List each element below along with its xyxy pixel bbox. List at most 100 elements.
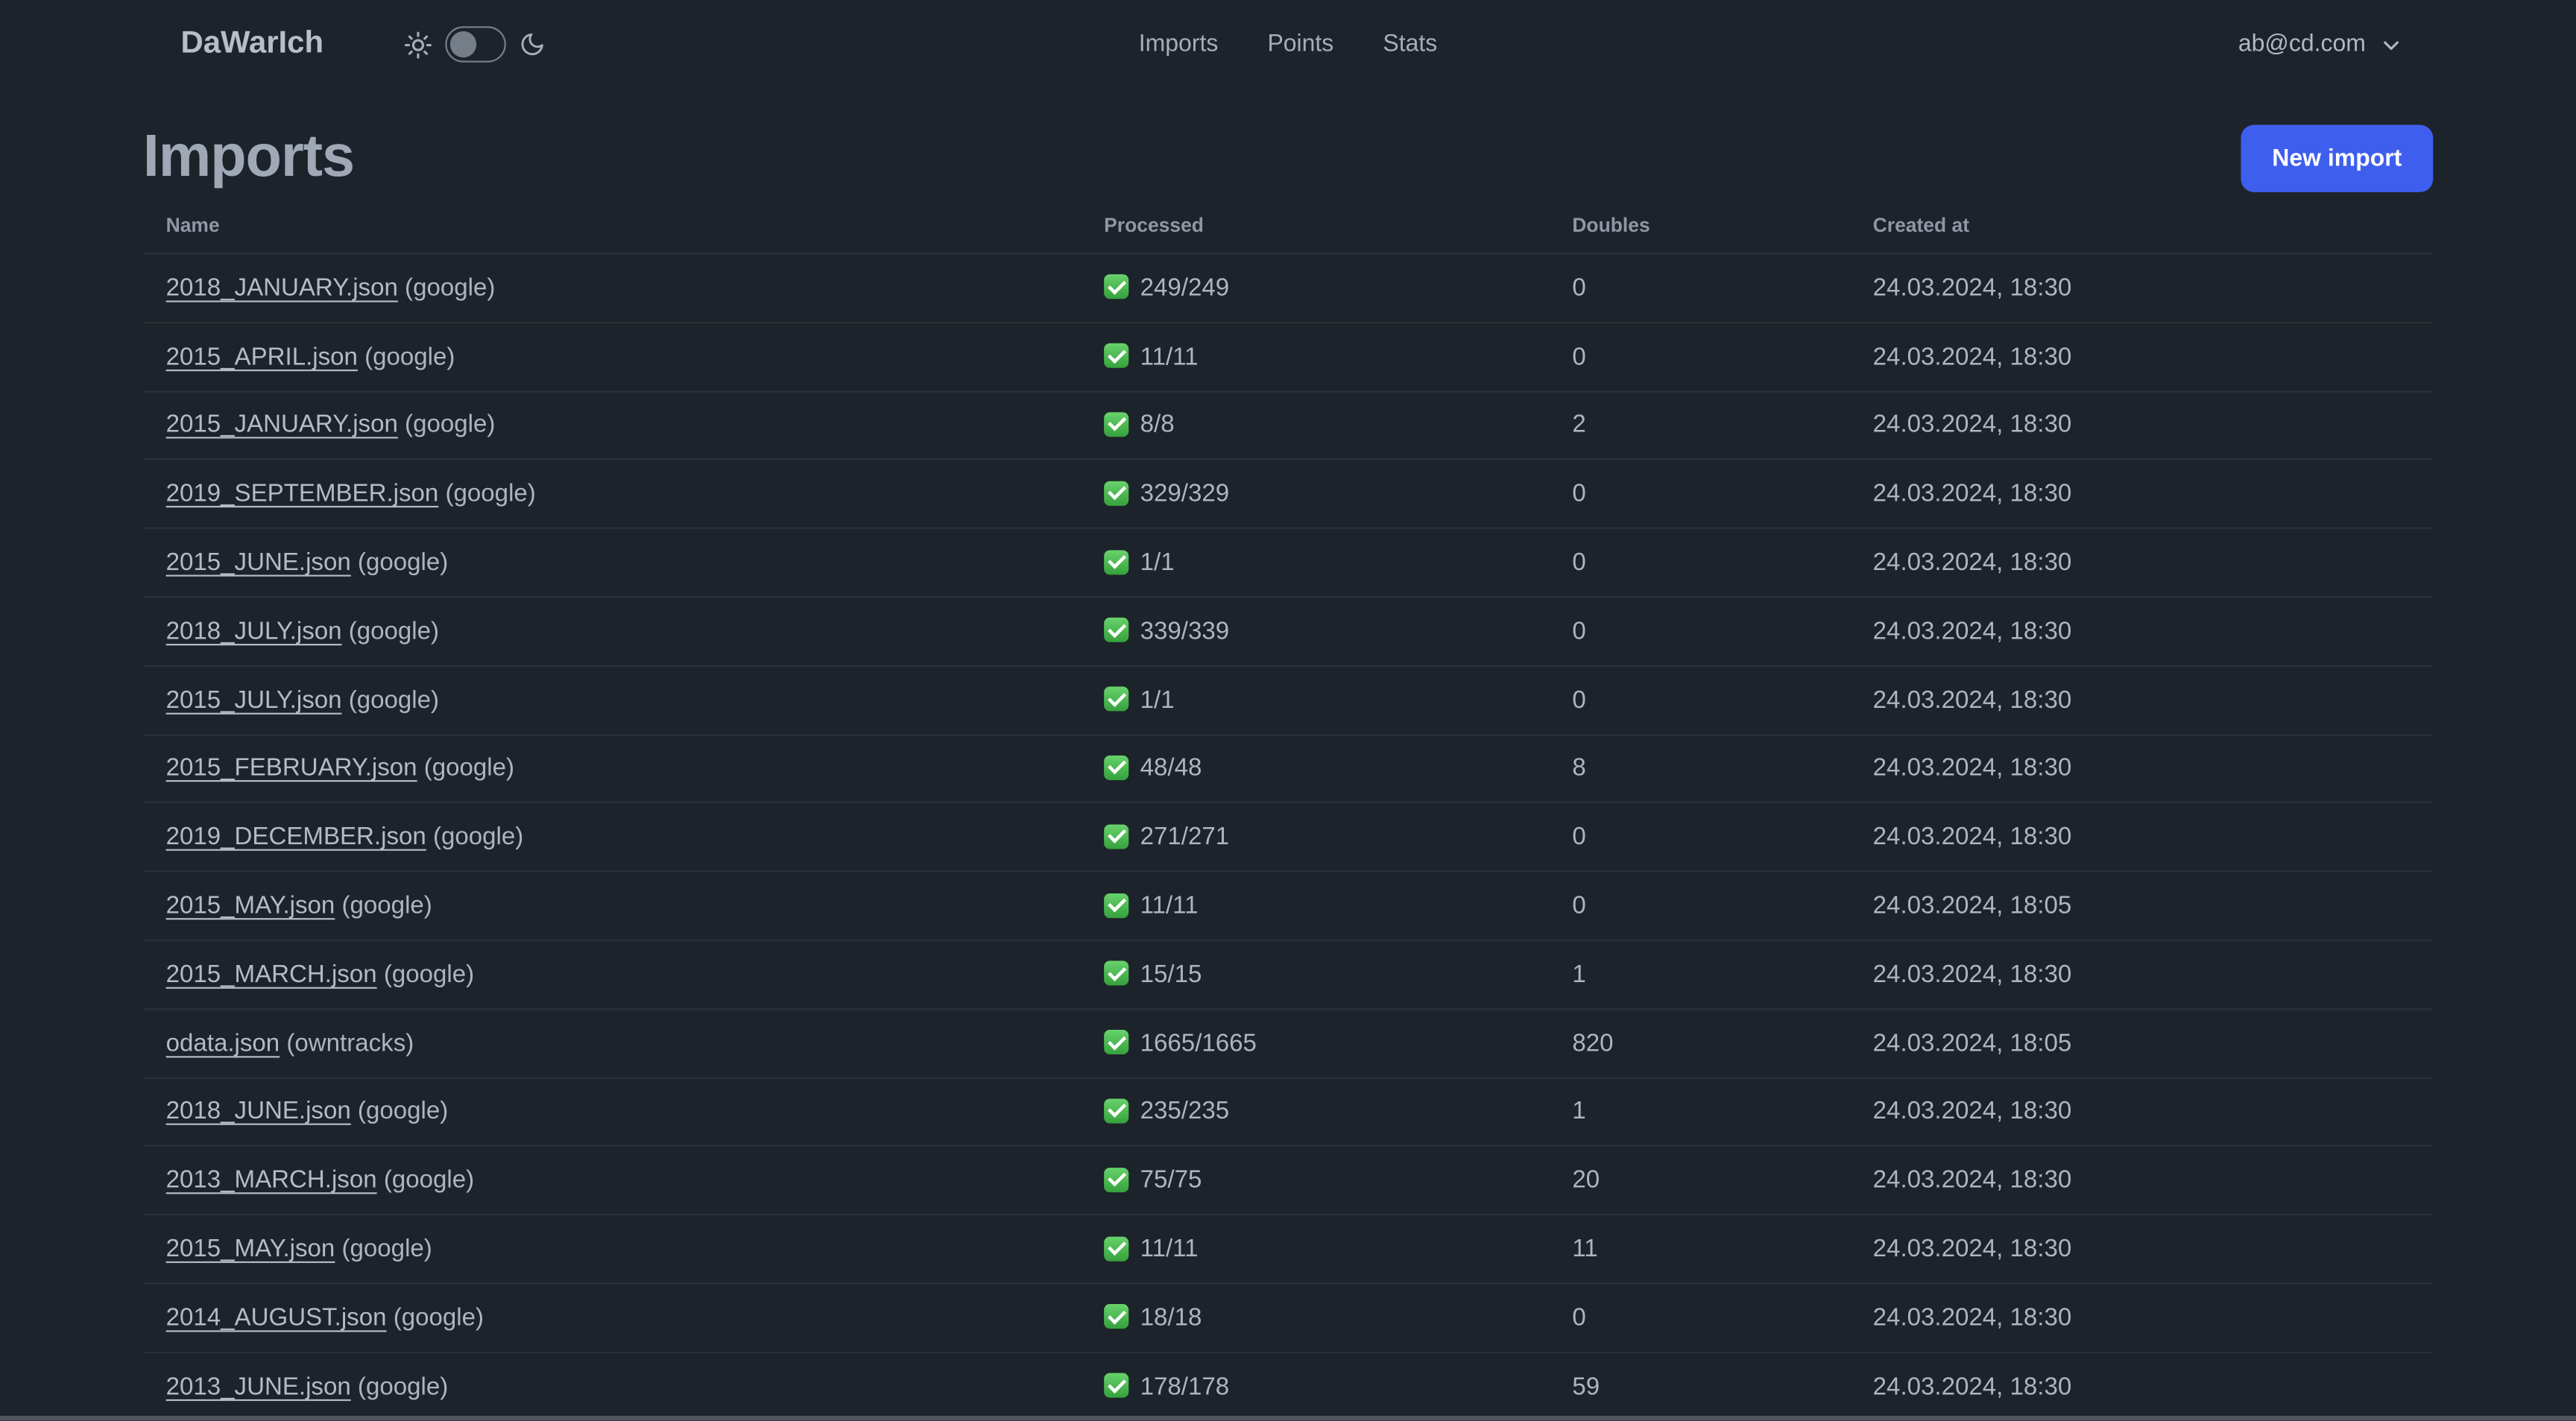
import-source: (google)	[335, 891, 432, 920]
import-file-link[interactable]: 2015_JUNE.json	[166, 548, 351, 576]
check-icon	[1104, 823, 1129, 849]
processed-cell: 15/15	[1104, 960, 1572, 989]
nav-imports[interactable]: Imports	[1139, 31, 1219, 57]
check-icon	[1104, 1167, 1129, 1192]
doubles-count: 0	[1572, 891, 1586, 920]
check-icon	[1104, 686, 1129, 712]
doubles-count: 1	[1572, 960, 1586, 989]
table-row: 2015_MARCH.json (google) 15/15 1 24.03.2…	[142, 941, 2434, 1010]
processed-count: 339/339	[1140, 617, 1230, 645]
check-icon	[1104, 1030, 1129, 1055]
app-logo[interactable]: DaWarIch	[180, 0, 323, 89]
name-cell: 2018_JANUARY.json (google)	[143, 274, 1104, 302]
sun-icon	[404, 31, 432, 58]
import-source: (google)	[350, 548, 449, 577]
processed-cell: 271/271	[1104, 823, 1572, 851]
created-at: 24.03.2024, 18:30	[1872, 411, 2072, 440]
import-file-link[interactable]: 2019_DECEMBER.json	[166, 823, 426, 851]
table-row: 2015_FEBRUARY.json (google) 48/48 8 24.0…	[142, 735, 2434, 804]
table-row: 2013_MARCH.json (google) 75/75 20 24.03.…	[142, 1147, 2434, 1216]
processed-cell: 75/75	[1104, 1166, 1572, 1194]
created-at: 24.03.2024, 18:30	[1872, 823, 2072, 852]
nav-stats[interactable]: Stats	[1383, 31, 1437, 57]
doubles-count: 0	[1572, 548, 1586, 577]
import-source: (owntracks)	[280, 1029, 414, 1057]
import-source: (google)	[386, 1303, 484, 1332]
doubles-count: 0	[1572, 480, 1586, 508]
name-cell: odata.json (owntracks)	[143, 1029, 1104, 1057]
theme-toggle-group	[404, 0, 546, 89]
chevron-down-icon	[2384, 40, 2399, 49]
import-file-link[interactable]: 2019_SEPTEMBER.json	[166, 480, 439, 507]
import-file-link[interactable]: 2018_JUNE.json	[166, 1098, 351, 1125]
created-at: 24.03.2024, 18:30	[1872, 273, 2072, 303]
import-file-link[interactable]: 2015_FEBRUARY.json	[166, 755, 417, 782]
processed-count: 11/11	[1140, 1235, 1199, 1264]
name-cell: 2015_FEBRUARY.json (google)	[143, 755, 1104, 782]
import-source: (google)	[335, 1235, 432, 1264]
processed-cell: 1/1	[1104, 686, 1572, 714]
processed-count: 11/11	[1140, 342, 1199, 371]
name-cell: 2014_AUGUST.json (google)	[143, 1304, 1104, 1332]
table-row: 2015_MAY.json (google) 11/11 11 24.03.20…	[142, 1215, 2434, 1285]
app-window: DaWarIch Imports Points Stats ab@cd.com	[0, 0, 2576, 1421]
import-file-link[interactable]: odata.json	[166, 1029, 280, 1057]
table-row: odata.json (owntracks) 1665/1665 820 24.…	[142, 1010, 2434, 1079]
import-source: (google)	[341, 617, 440, 645]
created-at: 24.03.2024, 18:30	[1872, 1235, 2072, 1264]
processed-count: 1/1	[1140, 686, 1175, 715]
col-header-name: Name	[165, 212, 220, 236]
processed-count: 11/11	[1140, 891, 1199, 920]
processed-count: 1665/1665	[1140, 1029, 1257, 1057]
processed-count: 249/249	[1140, 273, 1230, 303]
created-at: 24.03.2024, 18:30	[1872, 754, 2072, 783]
table-row: 2013_JUNE.json (google) 178/178 59 24.03…	[142, 1353, 2434, 1421]
name-cell: 2018_JUNE.json (google)	[143, 1098, 1104, 1125]
table-row: 2019_SEPTEMBER.json (google) 329/329 0 2…	[142, 461, 2434, 530]
main-nav: Imports Points Stats	[1139, 0, 1437, 89]
col-header-processed: Processed	[1104, 212, 1204, 236]
processed-cell: 8/8	[1104, 411, 1572, 440]
import-file-link[interactable]: 2018_JANUARY.json	[166, 274, 398, 302]
processed-cell: 235/235	[1104, 1098, 1572, 1126]
import-file-link[interactable]: 2013_MARCH.json	[166, 1166, 377, 1194]
import-source: (google)	[341, 686, 440, 715]
created-at: 24.03.2024, 18:05	[1872, 1029, 2072, 1057]
import-file-link[interactable]: 2015_JULY.json	[166, 686, 342, 714]
import-file-link[interactable]: 2015_MAY.json	[166, 892, 335, 920]
theme-toggle[interactable]	[445, 26, 506, 63]
name-cell: 2015_MAY.json (google)	[143, 1235, 1104, 1263]
import-file-link[interactable]: 2015_JANUARY.json	[166, 411, 398, 439]
check-icon	[1104, 1304, 1129, 1329]
import-file-link[interactable]: 2015_APRIL.json	[166, 343, 358, 370]
nav-points[interactable]: Points	[1267, 31, 1333, 57]
table-row: 2015_JUNE.json (google) 1/1 0 24.03.2024…	[142, 529, 2434, 598]
created-at: 24.03.2024, 18:30	[1872, 548, 2072, 577]
processed-count: 271/271	[1140, 823, 1230, 852]
check-icon	[1104, 893, 1129, 918]
created-at: 24.03.2024, 18:30	[1872, 686, 2072, 715]
processed-count: 1/1	[1140, 548, 1175, 577]
import-file-link[interactable]: 2013_JUNE.json	[166, 1373, 351, 1400]
processed-count: 48/48	[1140, 754, 1202, 783]
name-cell: 2015_MAY.json (google)	[143, 892, 1104, 920]
name-cell: 2018_JULY.json (google)	[143, 617, 1104, 645]
import-file-link[interactable]: 2014_AUGUST.json	[166, 1304, 387, 1332]
import-file-link[interactable]: 2015_MAY.json	[166, 1235, 335, 1263]
name-cell: 2019_SEPTEMBER.json (google)	[143, 480, 1104, 507]
account-menu[interactable]: ab@cd.com	[2238, 0, 2402, 89]
created-at: 24.03.2024, 18:30	[1872, 960, 2072, 989]
import-file-link[interactable]: 2015_MARCH.json	[166, 960, 377, 988]
processed-cell: 11/11	[1104, 1235, 1572, 1263]
doubles-count: 59	[1572, 1372, 1600, 1401]
table-row: 2018_JANUARY.json (google) 249/249 0 24.…	[142, 255, 2434, 323]
table-header: Name Processed Doubles Created at	[142, 195, 2434, 255]
processed-cell: 18/18	[1104, 1304, 1572, 1332]
account-email: ab@cd.com	[2238, 31, 2366, 58]
check-icon	[1104, 344, 1129, 369]
check-icon	[1104, 481, 1129, 506]
created-at: 24.03.2024, 18:30	[1872, 617, 2072, 645]
name-cell: 2015_MARCH.json (google)	[143, 960, 1104, 988]
new-import-button[interactable]: New import	[2241, 124, 2434, 192]
import-file-link[interactable]: 2018_JULY.json	[166, 617, 342, 645]
